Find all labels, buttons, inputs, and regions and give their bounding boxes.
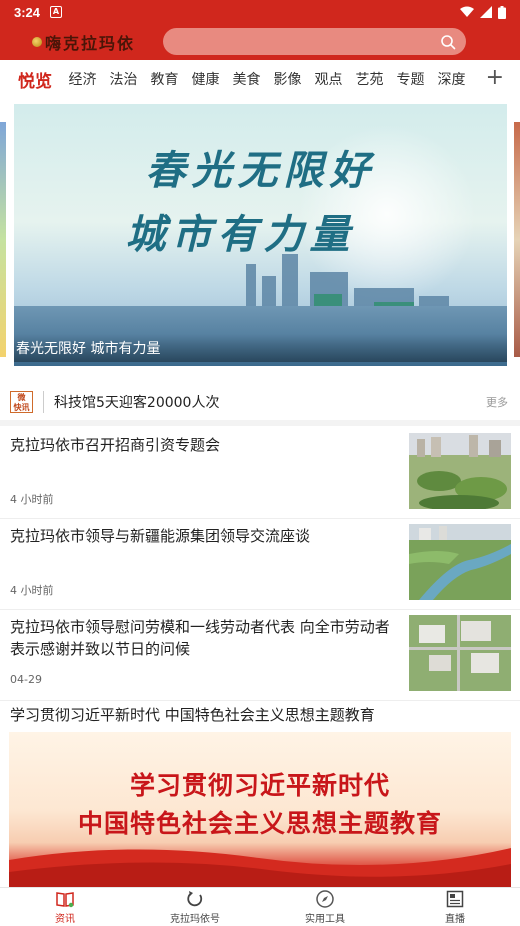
search-input[interactable] [163,28,466,55]
nav-live-label: 直播 [445,914,465,925]
battery-icon [498,5,506,19]
tab-opinion[interactable]: 观点 [308,69,349,89]
ticker-more-link[interactable]: 更多 [486,394,508,410]
tab-yuelan[interactable]: 悦览 [0,67,62,92]
tab-food[interactable]: 美食 [226,69,267,89]
carousel-prev-peek[interactable] [0,122,6,357]
news-thumbnail[interactable] [409,433,511,509]
logo-mark-icon [32,37,42,47]
tab-depth[interactable]: 深度 [431,69,472,89]
compass-icon [316,890,334,908]
tab-education[interactable]: 教育 [144,69,185,89]
news-title[interactable]: 克拉玛依市召开招商引资专题会 [10,434,395,456]
promo-line1: 学习贯彻习近平新时代 [129,771,390,800]
nav-tools-label: 实用工具 [305,914,345,925]
nav-news[interactable]: 资讯 [0,888,130,926]
banner-caption: 春光无限好 城市有力量 [14,334,507,362]
news-icon [446,890,464,908]
nav-news-label: 资讯 [55,914,75,925]
nav-karamay-account[interactable]: 克拉玛依号 [130,888,260,926]
nav-live[interactable]: 直播 [390,888,520,926]
tab-law[interactable]: 法治 [103,69,144,89]
app-header: 嗨克拉玛依 [0,24,520,60]
add-tab-icon[interactable]: + [486,67,504,89]
bottom-navigation: 资讯 克拉玛依号 实用工具 直播 [0,887,520,926]
badge-line2: 快讯 [13,403,30,412]
promo-title[interactable]: 学习贯彻习近平新时代 中国特色社会主义思想主题教育 [10,704,375,725]
badge-line1: 微 [17,393,26,402]
news-thumbnail[interactable] [409,615,511,691]
ticker-text[interactable]: 科技馆5天迎客20000人次 [54,392,219,412]
signal-icon [480,6,492,18]
flash-news-ticker[interactable]: 微 快讯 科技馆5天迎客20000人次 更多 [0,384,520,426]
news-time: 04-29 [10,673,42,686]
tab-images[interactable]: 影像 [267,69,308,89]
news-time: 4 小时前 [10,493,54,506]
news-item[interactable]: 克拉玛依市召开招商引资专题会 4 小时前 [0,428,520,519]
tab-arts[interactable]: 艺苑 [349,69,390,89]
category-tabs: 悦览 经济 法治 教育 健康 美食 影像 观点 艺苑 专题 深度 + [0,60,520,98]
news-time: 4 小时前 [10,584,54,597]
news-title[interactable]: 克拉玛依市领导与新疆能源集团领导交流座谈 [10,525,395,547]
search-icon[interactable] [440,34,456,50]
banner-headline-line1: 春光无限好 [145,147,376,194]
status-bar: 3:24 A [0,0,520,24]
carousel-next-peek[interactable] [514,122,520,357]
news-item[interactable]: 克拉玛依市领导慰问劳模和一线劳动者代表 向全市劳动者表示感谢并致以节日的问候 0… [0,610,520,701]
ticker-divider [43,391,44,413]
wifi-icon [460,6,474,17]
promo-banner[interactable]: 学习贯彻习近平新时代 中国特色社会主义思想主题教育 [9,732,511,890]
tab-economy[interactable]: 经济 [62,69,103,89]
status-time: 3:24 [14,4,41,20]
notification-icon: A [50,6,63,18]
app-name: 嗨克拉玛依 [45,34,136,53]
news-thumbnail[interactable] [409,524,511,600]
promo-flag-illustration [9,848,511,890]
news-title[interactable]: 克拉玛依市领导慰问劳模和一线劳动者代表 向全市劳动者表示感谢并致以节日的问候 [10,616,395,660]
app-logo[interactable]: 嗨克拉玛依 [32,30,135,54]
tab-health[interactable]: 健康 [185,69,226,89]
flash-news-badge-icon: 微 快讯 [10,391,33,413]
book-icon [56,892,74,908]
news-item[interactable]: 克拉玛依市领导与新疆能源集团领导交流座谈 4 小时前 [0,519,520,610]
nav-karamay-label: 克拉玛依号 [170,914,220,925]
refresh-icon [187,891,203,907]
tab-topics[interactable]: 专题 [390,69,431,89]
banner-carousel[interactable]: 春光无限好 城市有力量 春光无限好 城市有力量 [0,98,520,381]
banner-slide[interactable]: 春光无限好 城市有力量 春光无限好 城市有力量 [14,104,507,366]
nav-tools[interactable]: 实用工具 [260,888,390,926]
